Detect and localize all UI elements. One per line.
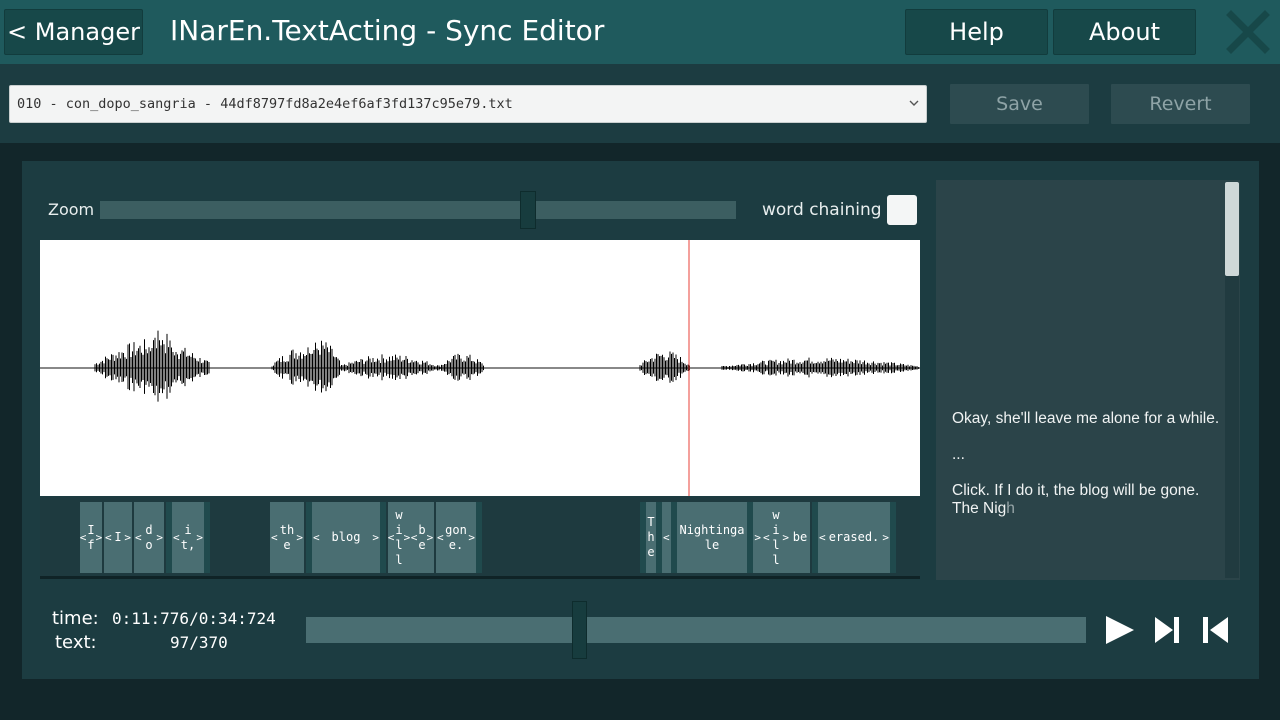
word-segment[interactable]: < blog > xyxy=(306,502,386,573)
seek-slider-track[interactable] xyxy=(306,617,1086,643)
transcript-panel[interactable] xyxy=(936,180,1240,580)
word-segment[interactable]: < will > xyxy=(762,502,790,573)
zoom-slider-handle[interactable] xyxy=(520,191,536,229)
waveform-view[interactable] xyxy=(40,240,920,496)
word-segment[interactable]: The xyxy=(640,502,662,573)
transcript-line: ... xyxy=(952,446,965,463)
word-segment[interactable]: < be > xyxy=(410,502,434,573)
word-segment[interactable]: < Nightingale > xyxy=(662,502,762,573)
word-segment[interactable]: < do > xyxy=(134,502,164,573)
file-select-value: 010 - con_dopo_sangria - 44df8797fd8a2e4… xyxy=(17,96,513,112)
word-segment[interactable]: < will > xyxy=(388,502,410,573)
text-position-value: 97/370 xyxy=(170,633,228,652)
word-segment[interactable]: < If > xyxy=(80,502,102,573)
seek-slider-handle[interactable] xyxy=(572,601,587,659)
play-icon[interactable] xyxy=(1104,614,1136,646)
back-to-manager-button[interactable]: < Manager xyxy=(4,9,143,55)
transcript-line-faded: h xyxy=(1006,500,1015,517)
word-segment[interactable]: be xyxy=(790,502,810,573)
word-timeline[interactable]: < If > < I > < do > < it, > < the > < blog > < will > … xyxy=(40,497,920,579)
close-icon[interactable] xyxy=(1226,10,1270,54)
file-select[interactable]: 010 - con_dopo_sangria - 44df8797fd8a2e4… xyxy=(9,85,927,123)
word-chaining-checkbox[interactable] xyxy=(887,195,917,225)
transcript-line: Okay, she'll leave me alone for a while. xyxy=(952,410,1220,427)
word-segment[interactable]: < I > xyxy=(104,502,132,573)
transcript-line: Click. If I do it, the blog will be gone… xyxy=(952,482,1204,517)
word-chaining-label: word chaining xyxy=(762,200,882,220)
zoom-label: Zoom xyxy=(48,200,95,219)
about-button[interactable]: About xyxy=(1053,9,1196,55)
text-label: text: xyxy=(55,632,97,653)
revert-button[interactable]: Revert xyxy=(1111,84,1250,124)
help-button[interactable]: Help xyxy=(905,9,1048,55)
zoom-slider-track[interactable] xyxy=(100,201,736,219)
word-segment[interactable]: < erased. > xyxy=(812,502,896,573)
word-segment[interactable]: < gone. > xyxy=(436,502,482,573)
time-label: time: xyxy=(52,608,99,629)
window-title: INarEn.TextActing - Sync Editor xyxy=(170,14,605,47)
chevron-down-icon xyxy=(909,97,919,110)
time-value: 0:11:776/0:34:724 xyxy=(112,609,276,628)
skip-forward-icon[interactable] xyxy=(1152,614,1184,646)
word-segment[interactable]: < the > xyxy=(270,502,304,573)
skip-back-icon[interactable] xyxy=(1200,614,1232,646)
word-segment[interactable]: < it, > xyxy=(166,502,210,573)
waveform-svg xyxy=(40,240,920,496)
transcript-scrollbar-thumb[interactable] xyxy=(1225,182,1239,276)
save-button[interactable]: Save xyxy=(950,84,1089,124)
transcript-text: Okay, she'll leave me alone for a while.… xyxy=(952,410,1222,518)
